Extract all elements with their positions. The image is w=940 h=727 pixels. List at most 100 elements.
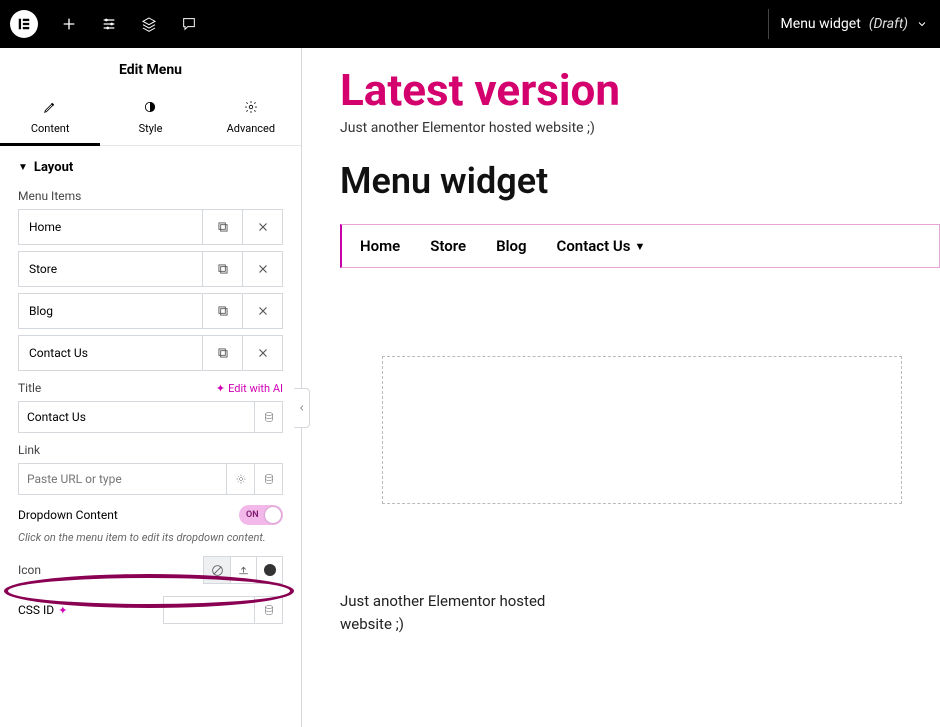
- link-options-button[interactable]: [226, 464, 254, 494]
- panel-title: Edit Menu: [0, 48, 301, 92]
- title-label: Title: [18, 381, 41, 395]
- close-icon: [256, 304, 270, 318]
- menu-items-label: Menu Items: [18, 189, 283, 203]
- icon-upload-button[interactable]: [230, 557, 256, 583]
- gear-icon: [244, 100, 258, 118]
- icon-none-button[interactable]: [204, 557, 230, 583]
- remove-button[interactable]: [242, 210, 282, 244]
- elementor-icon: [17, 17, 31, 31]
- panel-collapse-handle[interactable]: [294, 388, 310, 428]
- dynamic-tags-button[interactable]: [254, 464, 282, 494]
- page-title: Menu widget: [340, 160, 940, 202]
- structure-button[interactable]: [130, 0, 168, 48]
- cssid-label: CSS ID ✦: [18, 603, 67, 617]
- document-title: Menu widget: [781, 16, 861, 32]
- plus-icon: [61, 16, 77, 32]
- edit-with-ai-button[interactable]: ✦ Edit with AI: [216, 382, 283, 395]
- database-icon: [263, 604, 275, 616]
- footer-tagline: Just another Elementor hosted website ;): [340, 590, 590, 635]
- cssid-input[interactable]: [164, 597, 254, 623]
- dropdown-content-row: Dropdown Content ON: [18, 505, 283, 525]
- preview-menu-item[interactable]: Contact Us ▼: [557, 237, 646, 255]
- chevron-left-icon: [298, 404, 306, 412]
- chevron-down-icon: [916, 18, 928, 30]
- add-element-button[interactable]: [50, 0, 88, 48]
- panel-body: ▼ Layout Menu Items Home Store Blog: [0, 146, 301, 638]
- document-title-dropdown[interactable]: Menu widget (Draft): [781, 16, 928, 32]
- ai-sparkle-icon[interactable]: ✦: [58, 604, 67, 617]
- preview-canvas: Latest version Just another Elementor ho…: [302, 48, 940, 727]
- preview-menu-item[interactable]: Home: [360, 237, 400, 255]
- duplicate-button[interactable]: [202, 252, 242, 286]
- close-icon: [256, 346, 270, 360]
- duplicate-button[interactable]: [202, 336, 242, 370]
- close-icon: [256, 220, 270, 234]
- preview-menu-item[interactable]: Store: [430, 237, 466, 255]
- dynamic-tags-button[interactable]: [254, 597, 282, 623]
- tab-content[interactable]: Content: [0, 92, 100, 145]
- dropdown-content-label: Dropdown Content: [18, 508, 118, 522]
- database-icon: [263, 411, 275, 423]
- tab-style[interactable]: Style: [100, 92, 200, 145]
- remove-button[interactable]: [242, 252, 282, 286]
- sliders-icon: [101, 16, 117, 32]
- link-input-wrap: [18, 463, 283, 495]
- duplicate-button[interactable]: [202, 210, 242, 244]
- copy-icon: [216, 220, 230, 234]
- dynamic-tags-button[interactable]: [254, 402, 282, 432]
- remove-button[interactable]: [242, 336, 282, 370]
- title-input-wrap: [18, 401, 283, 433]
- preview-menu-item[interactable]: Blog: [496, 237, 526, 255]
- link-input[interactable]: [19, 464, 226, 494]
- topbar-separator: [768, 9, 769, 39]
- tab-advanced[interactable]: Advanced: [201, 92, 301, 145]
- ban-icon: [211, 564, 224, 577]
- menu-item-row[interactable]: Home: [18, 209, 283, 245]
- dot-icon: [264, 564, 276, 576]
- elementor-logo[interactable]: [0, 0, 48, 48]
- copy-icon: [216, 262, 230, 276]
- site-settings-button[interactable]: [90, 0, 128, 48]
- cssid-row: CSS ID ✦: [18, 596, 283, 624]
- topbar-left: [0, 0, 208, 48]
- empty-container-placeholder[interactable]: [382, 356, 902, 504]
- site-title[interactable]: Latest version: [340, 64, 940, 116]
- remove-button[interactable]: [242, 294, 282, 328]
- menu-item-row[interactable]: Contact Us: [18, 335, 283, 371]
- duplicate-button[interactable]: [202, 294, 242, 328]
- icon-library-button[interactable]: [256, 557, 282, 583]
- section-layout-header[interactable]: ▼ Layout: [18, 160, 283, 175]
- gear-icon: [235, 473, 247, 485]
- dropdown-hint: Click on the menu item to edit its dropd…: [18, 531, 283, 544]
- layers-icon: [141, 16, 157, 32]
- cssid-input-wrap: [163, 596, 283, 624]
- menu-item-row[interactable]: Store: [18, 251, 283, 287]
- chat-icon: [181, 16, 197, 32]
- menu-item-row[interactable]: Blog: [18, 293, 283, 329]
- upload-icon: [237, 564, 250, 577]
- icon-control-row: Icon: [18, 556, 283, 584]
- ai-sparkle-icon: ✦: [216, 382, 225, 395]
- contrast-icon: [143, 100, 157, 118]
- pencil-icon: [43, 100, 57, 118]
- dropdown-content-toggle[interactable]: ON: [239, 505, 283, 525]
- icon-choice-buttons: [203, 556, 283, 584]
- notes-button[interactable]: [170, 0, 208, 48]
- menu-widget-preview[interactable]: Home Store Blog Contact Us ▼: [340, 224, 940, 268]
- site-tagline: Just another Elementor hosted website ;): [340, 120, 940, 136]
- caret-down-icon: ▼: [18, 162, 28, 173]
- copy-icon: [216, 304, 230, 318]
- database-icon: [263, 473, 275, 485]
- caret-down-icon: ▼: [634, 240, 645, 253]
- document-status: (Draft): [869, 16, 908, 32]
- toggle-knob: [265, 507, 281, 523]
- title-input[interactable]: [19, 402, 254, 432]
- menu-items-list: Home Store Blog Contact Us: [18, 209, 283, 371]
- panel-tabs: Content Style Advanced: [0, 92, 301, 146]
- editor-panel: Edit Menu Content Style Advanced: [0, 48, 302, 727]
- copy-icon: [216, 346, 230, 360]
- topbar: Menu widget (Draft): [0, 0, 940, 48]
- icon-label: Icon: [18, 563, 41, 577]
- link-label: Link: [18, 443, 283, 457]
- close-icon: [256, 262, 270, 276]
